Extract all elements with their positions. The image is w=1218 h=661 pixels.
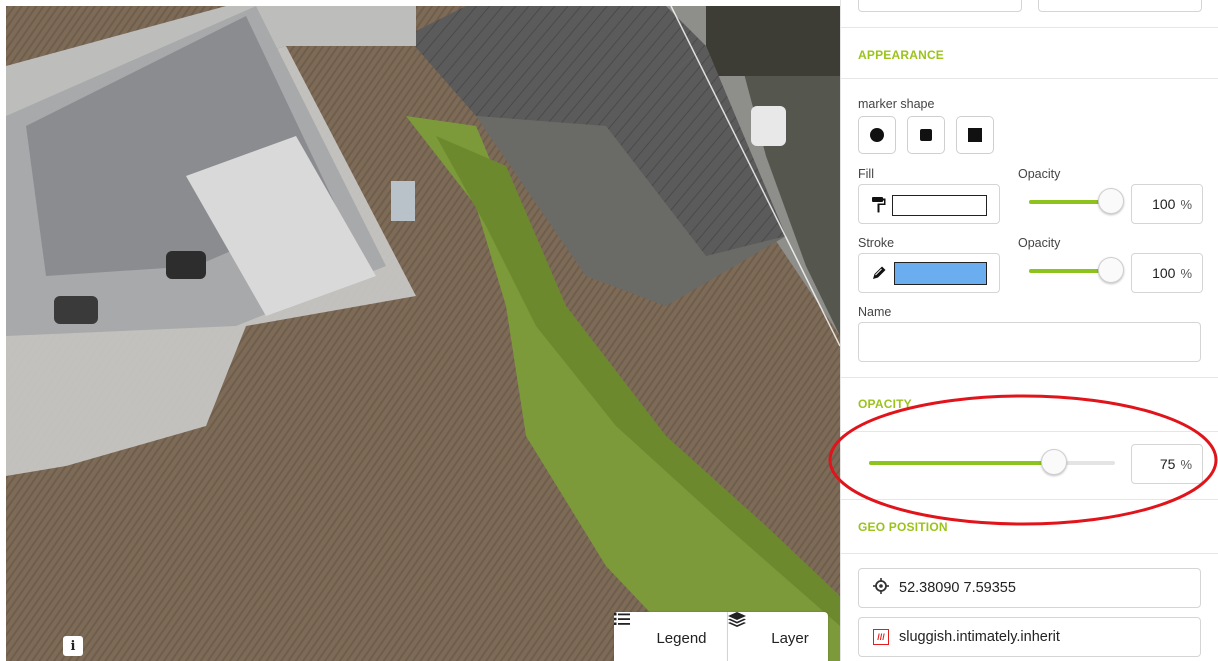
highlight-ellipse	[828, 394, 1218, 526]
